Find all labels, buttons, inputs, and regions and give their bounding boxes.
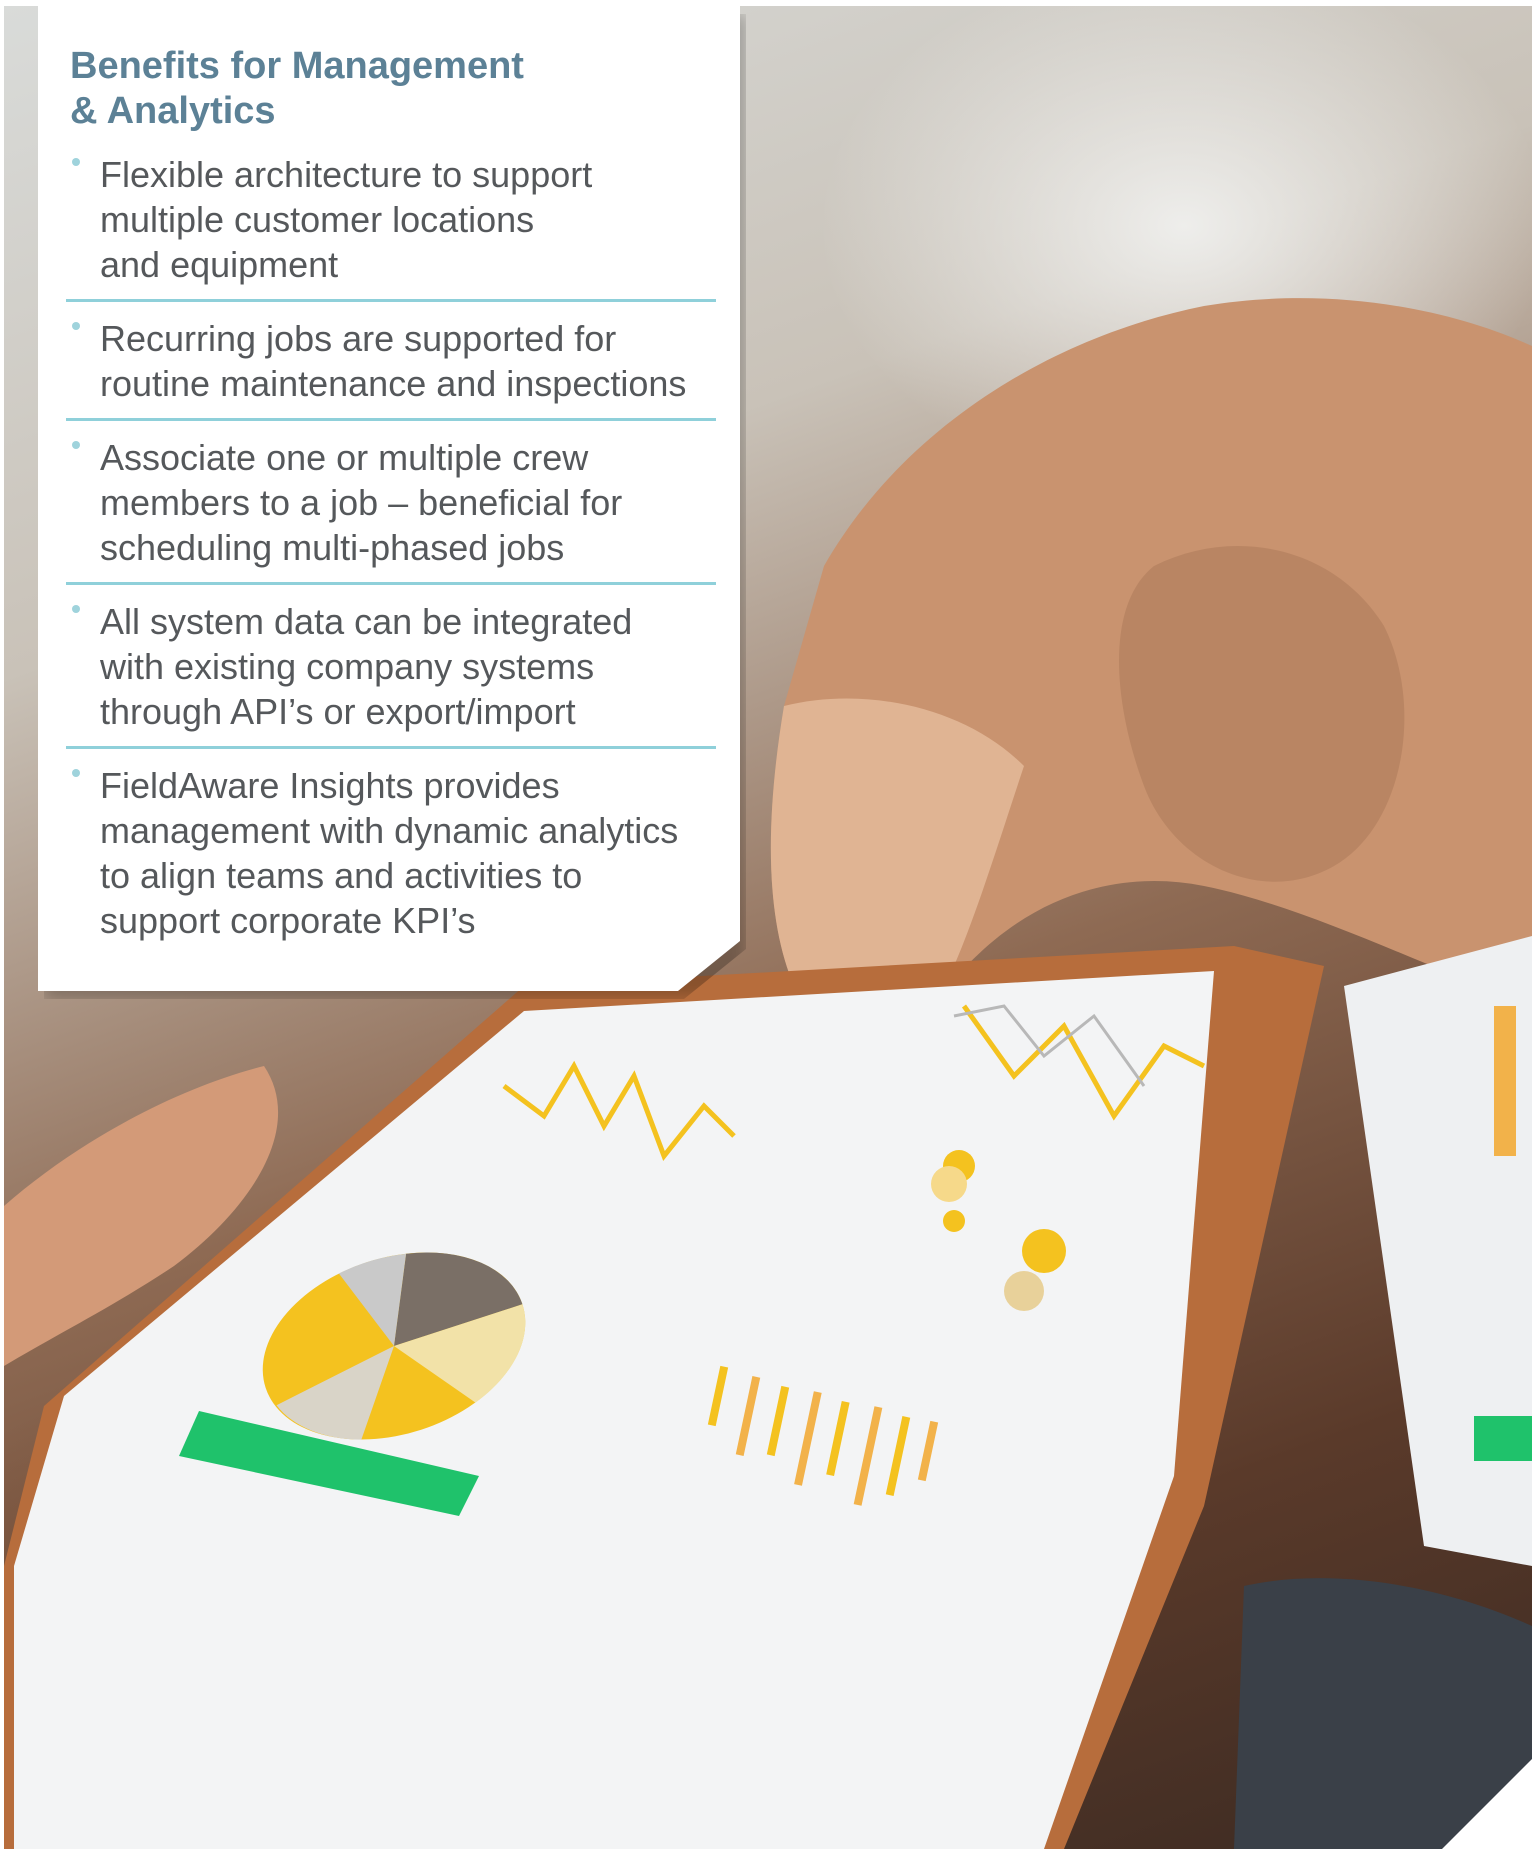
second-device-bar <box>1494 1006 1516 1156</box>
list-item: FieldAware Insights provides management … <box>66 749 716 955</box>
benefits-list: Flexible architecture to support multipl… <box>66 152 716 955</box>
list-item: Associate one or multiple crew members t… <box>66 421 716 585</box>
screen-bubble <box>1022 1229 1066 1273</box>
corner-cut <box>1442 1759 1532 1849</box>
bullet-dot-icon <box>72 322 80 330</box>
screen-bubble <box>943 1210 965 1232</box>
card-title: Benefits for Management & Analytics <box>70 45 524 132</box>
bullet-dot-icon <box>72 605 80 613</box>
list-item: All system data can be integrated with e… <box>66 585 716 749</box>
second-device-button <box>1474 1416 1532 1461</box>
bullet-dot-icon <box>72 441 80 449</box>
list-item-text: Recurring jobs are supported for routine… <box>100 318 687 404</box>
list-item-text: Flexible architecture to support multipl… <box>100 154 593 285</box>
bullet-dot-icon <box>72 158 80 166</box>
list-item-text: FieldAware Insights provides management … <box>100 765 679 941</box>
card-content: Benefits for Management & Analytics Flex… <box>66 44 716 955</box>
list-item: Flexible architecture to support multipl… <box>66 152 716 302</box>
benefits-card: Benefits for Management & Analytics Flex… <box>38 6 740 991</box>
list-item: Recurring jobs are supported for routine… <box>66 302 716 421</box>
list-item-text: Associate one or multiple crew members t… <box>100 437 623 568</box>
screen-bubble <box>931 1166 967 1202</box>
bullet-dot-icon <box>72 769 80 777</box>
screen-bubble <box>1004 1271 1044 1311</box>
list-item-text: All system data can be integrated with e… <box>100 601 633 732</box>
